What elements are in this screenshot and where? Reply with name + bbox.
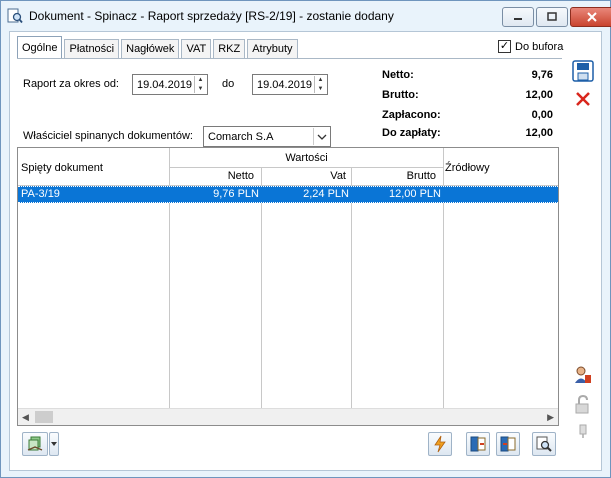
col-divider [351, 167, 352, 410]
lightning-icon [434, 435, 446, 453]
caret-down-icon [51, 442, 57, 446]
detach-document-icon [500, 436, 516, 452]
magnifier-icon [536, 436, 552, 452]
col-header-source[interactable]: Źródłowy [445, 162, 490, 174]
buffer-checkbox-label: Do bufora [515, 40, 564, 53]
document-stack-icon [27, 436, 43, 451]
date-from-field[interactable]: 19.04.2019 ▲ ▼ [132, 74, 208, 95]
tab-divider [17, 58, 562, 59]
tab-strip: Ogólne Płatności Nagłówek VAT RKZ Atrybu… [17, 36, 300, 58]
spin-down-icon: ▼ [197, 85, 204, 92]
generate-button[interactable] [22, 432, 48, 456]
date-to-spinner[interactable]: ▲ ▼ [314, 76, 326, 93]
user-icon [575, 366, 591, 383]
date-from-spinner[interactable]: ▲ ▼ [194, 76, 206, 93]
horizontal-scrollbar[interactable]: ◀ ▶ [18, 408, 558, 425]
col-header-netto[interactable]: Netto [170, 170, 254, 182]
pin-icon [579, 424, 587, 438]
scroll-right-icon[interactable]: ▶ [547, 412, 554, 423]
paid-value: 0,00 [531, 109, 553, 121]
document-window: Dokument - Spinacz - Raport sprzedaży [R… [0, 0, 611, 478]
spin-down-icon: ▼ [317, 85, 324, 92]
tab-naglowek[interactable]: Nagłówek [121, 39, 180, 58]
due-label: Do zapłaty: [382, 127, 441, 139]
cell-netto: 9,76 PLN [213, 188, 259, 200]
owner-value: Comarch S.A [208, 130, 274, 143]
tab-ogolne[interactable]: Ogólne [17, 36, 63, 58]
col-header-brutto[interactable]: Brutto [352, 170, 436, 182]
attach-document-icon [470, 436, 486, 452]
detach-document-button[interactable] [496, 432, 520, 456]
user-button[interactable] [571, 363, 595, 387]
window-title: Dokument - Spinacz - Raport sprzedaży [R… [29, 9, 394, 23]
to-label: do [222, 78, 235, 90]
cell-vat: 2,24 PLN [303, 188, 349, 200]
spin-up-icon: ▲ [197, 77, 204, 83]
header-divider [170, 167, 443, 168]
preview-button[interactable] [532, 432, 556, 456]
lightning-button[interactable] [428, 432, 452, 456]
col-header-vat[interactable]: Vat [262, 170, 346, 182]
chevron-down-icon[interactable] [313, 128, 329, 145]
cell-document: PA-3/19 [21, 188, 60, 200]
netto-label: Netto: [382, 69, 414, 81]
col-header-document[interactable]: Spięty dokument [21, 162, 103, 174]
date-from-value: 19.04.2019 [137, 78, 193, 91]
date-to-value: 19.04.2019 [257, 78, 313, 91]
document-magnifier-icon [7, 8, 23, 24]
spin-up-icon: ▲ [317, 77, 324, 83]
documents-grid[interactable]: Spięty dokument Wartości Netto Vat Brutt… [17, 147, 559, 426]
pin-button[interactable] [571, 419, 595, 443]
col-divider [261, 167, 262, 410]
due-value: 12,00 [525, 127, 553, 139]
maximize-button[interactable] [536, 7, 568, 27]
date-to-field[interactable]: 19.04.2019 ▲ ▼ [252, 74, 328, 95]
minimize-button[interactable] [502, 7, 534, 27]
netto-value: 9,76 [531, 69, 553, 81]
maximize-icon [547, 12, 557, 21]
attach-document-button[interactable] [466, 432, 490, 456]
brutto-label: Brutto: [382, 89, 419, 101]
close-icon [587, 12, 597, 22]
checkmark-icon: ✓ [498, 40, 511, 53]
tab-rkz[interactable]: RKZ [213, 39, 246, 58]
lock-icon [575, 395, 589, 414]
period-label: Raport za okres od: [23, 78, 119, 90]
tab-vat[interactable]: VAT [181, 39, 212, 58]
brutto-value: 12,00 [525, 89, 553, 101]
title-bar[interactable]: Dokument - Spinacz - Raport sprzedaży [R… [1, 1, 611, 31]
document-form: Ogólne Płatności Nagłówek VAT RKZ Atrybu… [9, 31, 602, 471]
scroll-left-icon[interactable]: ◀ [22, 412, 29, 423]
scroll-thumb[interactable] [35, 411, 53, 423]
col-group-values: Wartości [285, 152, 328, 164]
tab-atrybuty[interactable]: Atrybuty [247, 39, 298, 58]
paid-label: Zapłacono: [382, 109, 441, 121]
lock-button[interactable] [571, 393, 595, 417]
save-button[interactable] [571, 59, 595, 83]
tab-platnosci[interactable]: Płatności [64, 39, 120, 58]
close-button[interactable] [570, 7, 611, 27]
cell-brutto: 12,00 PLN [389, 188, 441, 200]
generate-dropdown[interactable] [49, 432, 59, 456]
buffer-checkbox[interactable]: ✓ Do bufora [498, 40, 563, 53]
red-x-icon [576, 92, 590, 106]
owner-label: Właściciel spinanych dokumentów: [23, 130, 193, 142]
owner-select[interactable]: Comarch S.A [203, 126, 331, 147]
save-icon [572, 60, 594, 82]
cancel-button[interactable] [571, 87, 595, 111]
minimize-icon [514, 18, 522, 20]
